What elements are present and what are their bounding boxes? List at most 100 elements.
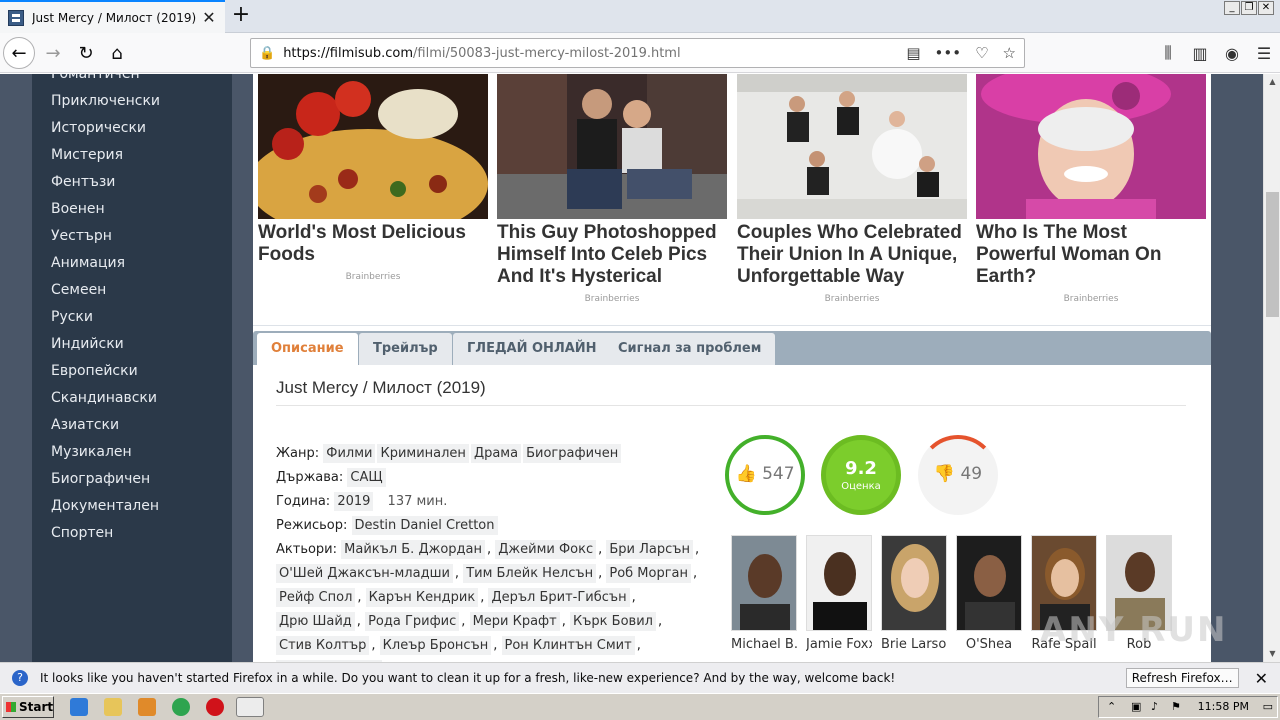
account-icon[interactable]: ◉ — [1216, 37, 1248, 69]
sidebar-genre-item[interactable]: Индийски — [32, 331, 232, 358]
volume-icon[interactable]: ♪ — [1151, 697, 1158, 717]
actor-name[interactable]: Brie Larson — [881, 637, 947, 652]
actor-name[interactable]: Jamie Foxx — [806, 637, 872, 652]
restore-button[interactable]: ❐ — [1241, 1, 1257, 15]
actor-link[interactable]: Джейми Фокс — [495, 540, 597, 559]
home-button[interactable]: ⌂ — [101, 37, 133, 69]
sidebar-genre-item[interactable]: Приключенски — [32, 88, 232, 115]
actor-link[interactable]: Клеър Бронсън — [379, 636, 492, 655]
sidebar-genre-item[interactable]: Руски — [32, 304, 232, 331]
actor-link[interactable]: Кърк Бовил — [570, 612, 656, 631]
pocket-icon[interactable]: ♡ — [975, 44, 988, 62]
ad-headline[interactable]: Couples Who Celebrated Their Union In A … — [737, 222, 967, 288]
actor-link[interactable]: Стив Колтър — [276, 636, 370, 655]
tab-description[interactable]: Описание — [257, 333, 358, 365]
network-icon[interactable]: ▣ — [1131, 697, 1141, 717]
actor-link[interactable]: О'Шей Джаксън-младши — [276, 564, 453, 583]
ad-headline[interactable]: Who Is The Most Powerful Woman On Earth? — [976, 222, 1206, 288]
ad-headline[interactable]: This Guy Photoshopped Himself Into Celeb… — [497, 222, 727, 288]
flag-icon[interactable]: ⚑ — [1171, 697, 1181, 717]
firefox-taskbar-button[interactable] — [236, 697, 264, 717]
actor-link[interactable]: Рон Клинтън Смит — [501, 636, 635, 655]
ad-card[interactable]: Who Is The Most Powerful Woman On Earth?… — [976, 74, 1206, 304]
scroll-down-arrow-icon[interactable]: ▼ — [1264, 646, 1280, 662]
ad-image-queen[interactable] — [976, 74, 1206, 219]
page-scrollbar[interactable]: ▲ ▼ — [1263, 74, 1280, 662]
actor-link[interactable]: Тим Блейк Нелсън — [463, 564, 597, 583]
sidebar-genre-item[interactable]: Уестърн — [32, 223, 232, 250]
menu-icon[interactable]: ☰ — [1248, 37, 1280, 69]
genre-link[interactable]: Биографичен — [523, 444, 622, 463]
cast-member[interactable]: Michael B. — [731, 535, 797, 652]
ad-card[interactable]: This Guy Photoshopped Himself Into Celeb… — [497, 74, 727, 304]
ad-image-zero-gravity[interactable] — [737, 74, 967, 219]
sidebar-genre-item[interactable]: Документален — [32, 493, 232, 520]
sidebar-genre-item[interactable]: Исторически — [32, 115, 232, 142]
sidebar-genre-item[interactable]: Семеен — [32, 277, 232, 304]
actor-link[interactable]: Деръл Брит-Гибсън — [488, 588, 630, 607]
actor-name[interactable]: O'Shea — [956, 637, 1022, 652]
sidebar-genre-item[interactable]: Биографичен — [32, 466, 232, 493]
actor-link[interactable]: Роб Морган — [606, 564, 692, 583]
genre-link[interactable]: Филми — [323, 444, 376, 463]
cast-member[interactable]: Brie Larson — [881, 535, 947, 652]
actor-link[interactable]: Рейф Спол — [276, 588, 356, 607]
actor-link[interactable]: Бри Ларсън — [606, 540, 693, 559]
director-link[interactable]: Destin Daniel Cretton — [351, 516, 498, 535]
start-button[interactable]: Start — [2, 696, 54, 718]
sidebar-genre-item[interactable]: Анимация — [32, 250, 232, 277]
cast-member[interactable]: O'Shea — [956, 535, 1022, 652]
close-window-button[interactable]: ✕ — [1258, 1, 1274, 15]
minimize-button[interactable]: _ — [1224, 1, 1240, 15]
page-actions-icon[interactable]: ••• — [935, 44, 962, 62]
genre-link[interactable]: Криминален — [377, 444, 469, 463]
sidebar-genre-item[interactable]: Музикален — [32, 439, 232, 466]
actor-link[interactable]: Мери Крафт — [469, 612, 560, 631]
sidebar-genre-item[interactable]: Скандинавски — [32, 385, 232, 412]
media-player-icon[interactable] — [138, 698, 156, 716]
cast-member[interactable]: Jamie Foxx — [806, 535, 872, 652]
sidebar-genre-item[interactable]: Фентъзи — [32, 169, 232, 196]
actor-photo[interactable] — [731, 535, 797, 631]
sidebar-genre-item[interactable]: Азиатски — [32, 412, 232, 439]
library-icon[interactable]: ⫼ — [1152, 37, 1184, 69]
refresh-firefox-button[interactable]: Refresh Firefox… — [1125, 668, 1239, 688]
actor-link[interactable]: Карън Кендрик — [365, 588, 479, 607]
reader-view-icon[interactable]: ▤ — [906, 44, 920, 62]
actor-link[interactable]: Рода Грифис — [365, 612, 460, 631]
address-bar[interactable]: i 🔒 https://filmisub.com/filmi/50083-jus… — [250, 38, 1025, 423]
year-link[interactable]: 2019 — [334, 492, 374, 511]
sidebar-genre-item[interactable]: Романтичен — [32, 74, 232, 88]
notification-icon[interactable]: ▭ — [1263, 697, 1273, 717]
ad-image-pizza[interactable] — [258, 74, 488, 219]
browser-tab[interactable]: Just Mercy / Милост (2019) » Фи ✕ — [0, 0, 225, 33]
opera-icon[interactable] — [206, 698, 224, 716]
sidebar-genre-item[interactable]: Военен — [32, 196, 232, 223]
tab-close-icon[interactable]: ✕ — [201, 9, 217, 26]
sidebar-genre-item[interactable]: Спортен — [32, 520, 232, 547]
folder-icon[interactable] — [104, 698, 122, 716]
tab-report-problem[interactable]: Сигнал за проблем — [604, 333, 776, 365]
reload-button[interactable]: ↻ — [70, 37, 102, 69]
ad-card[interactable]: Couples Who Celebrated Their Union In A … — [737, 74, 967, 304]
notification-close-icon[interactable]: ✕ — [1255, 669, 1268, 688]
actor-photo[interactable] — [881, 535, 947, 631]
actor-link[interactable]: Дрю Шайд — [276, 612, 355, 631]
actor-photo[interactable] — [806, 535, 872, 631]
forward-button[interactable]: → — [37, 37, 69, 69]
country-link[interactable]: САЩ — [347, 468, 386, 487]
back-button[interactable]: ← — [3, 37, 35, 69]
scroll-up-arrow-icon[interactable]: ▲ — [1264, 74, 1280, 90]
ad-card[interactable]: World's Most Delicious Foods Brainberrie… — [258, 74, 488, 282]
scroll-thumb[interactable] — [1266, 192, 1279, 317]
dislikes-button[interactable]: 👎 49 — [918, 435, 998, 515]
tray-expand-icon[interactable]: ⌃ — [1107, 697, 1116, 717]
bookmark-star-icon[interactable]: ☆ — [1003, 44, 1016, 62]
ad-image-men[interactable] — [497, 74, 727, 219]
actor-link[interactable]: Майкъл Б. Джордан — [341, 540, 485, 559]
actor-photo[interactable] — [956, 535, 1022, 631]
ie-icon[interactable] — [70, 698, 88, 716]
new-tab-button[interactable]: + — [230, 4, 252, 28]
tab-trailer[interactable]: Трейлър — [359, 333, 452, 365]
genre-link[interactable]: Драма — [470, 444, 522, 463]
